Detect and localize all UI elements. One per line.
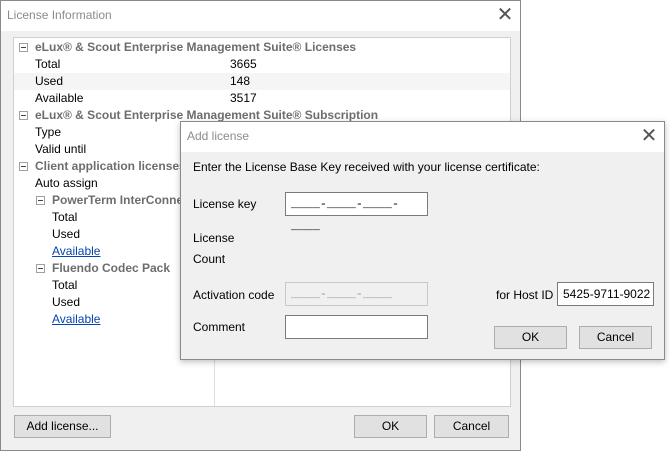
- available-link[interactable]: Available: [52, 311, 100, 328]
- row-key: Total: [52, 278, 78, 292]
- close-icon[interactable]: ✕: [634, 122, 664, 152]
- tree-row: Total 3665: [14, 56, 510, 73]
- group-label: PowerTerm InterConnect: [52, 193, 194, 207]
- row-key: Total: [35, 57, 61, 71]
- row-key: Auto assign: [35, 176, 98, 190]
- activation-code-input[interactable]: ____-____-____: [285, 282, 428, 306]
- row-key: Available: [35, 91, 84, 105]
- title-bar: License Information ✕: [1, 1, 520, 31]
- row-key: Valid until: [35, 142, 87, 156]
- dialog-cancel-button[interactable]: Cancel: [579, 326, 652, 349]
- activation-code-label: Activation code: [193, 288, 275, 302]
- comment-label: Comment: [193, 320, 246, 334]
- group-label: Fluendo Codec Pack: [52, 261, 171, 275]
- group-label: eLux® & Scout Enterprise Management Suit…: [35, 40, 357, 54]
- row-value: 3517: [230, 91, 257, 105]
- dialog-ok-button[interactable]: OK: [494, 326, 567, 349]
- instruction-text: Enter the License Base Key received with…: [193, 160, 540, 174]
- row-key: Type: [35, 125, 62, 139]
- close-icon[interactable]: ✕: [490, 1, 520, 31]
- row-key: Used: [52, 227, 81, 241]
- license-key-label: License key: [193, 197, 257, 211]
- count-label: Count: [193, 252, 226, 266]
- license-key-input[interactable]: ____-____-____-____: [285, 192, 428, 233]
- collapse-icon[interactable]: [19, 43, 28, 52]
- host-id-field: 5425-9711-9022: [557, 282, 654, 306]
- cancel-button[interactable]: Cancel: [434, 415, 509, 438]
- available-link[interactable]: Available: [52, 243, 100, 260]
- license-label: License: [193, 231, 235, 245]
- window-title: License Information: [7, 8, 112, 22]
- row-key: Total: [52, 210, 78, 224]
- group-licenses[interactable]: eLux® & Scout Enterprise Management Suit…: [14, 39, 510, 56]
- collapse-icon[interactable]: [36, 196, 45, 205]
- add-license-button[interactable]: Add license...: [14, 415, 111, 438]
- row-value: 3665: [230, 57, 257, 71]
- row-key: Used: [52, 295, 81, 309]
- tree-row: Used 148: [14, 73, 510, 90]
- comment-input[interactable]: [285, 315, 428, 339]
- dialog-title-bar: Add license ✕: [181, 122, 664, 152]
- ok-button[interactable]: OK: [354, 415, 427, 438]
- collapse-icon[interactable]: [19, 162, 28, 171]
- host-id-label: for Host ID: [496, 288, 554, 302]
- dialog-title: Add license: [187, 129, 250, 143]
- row-value: 148: [230, 74, 251, 88]
- row-key: Used: [35, 74, 64, 88]
- tree-row: Available 3517: [14, 90, 510, 107]
- collapse-icon[interactable]: [36, 264, 45, 273]
- add-license-dialog: Add license ✕ Enter the License Base Key…: [180, 121, 665, 360]
- group-label: Client application licenses: [35, 159, 186, 173]
- collapse-icon[interactable]: [19, 111, 28, 120]
